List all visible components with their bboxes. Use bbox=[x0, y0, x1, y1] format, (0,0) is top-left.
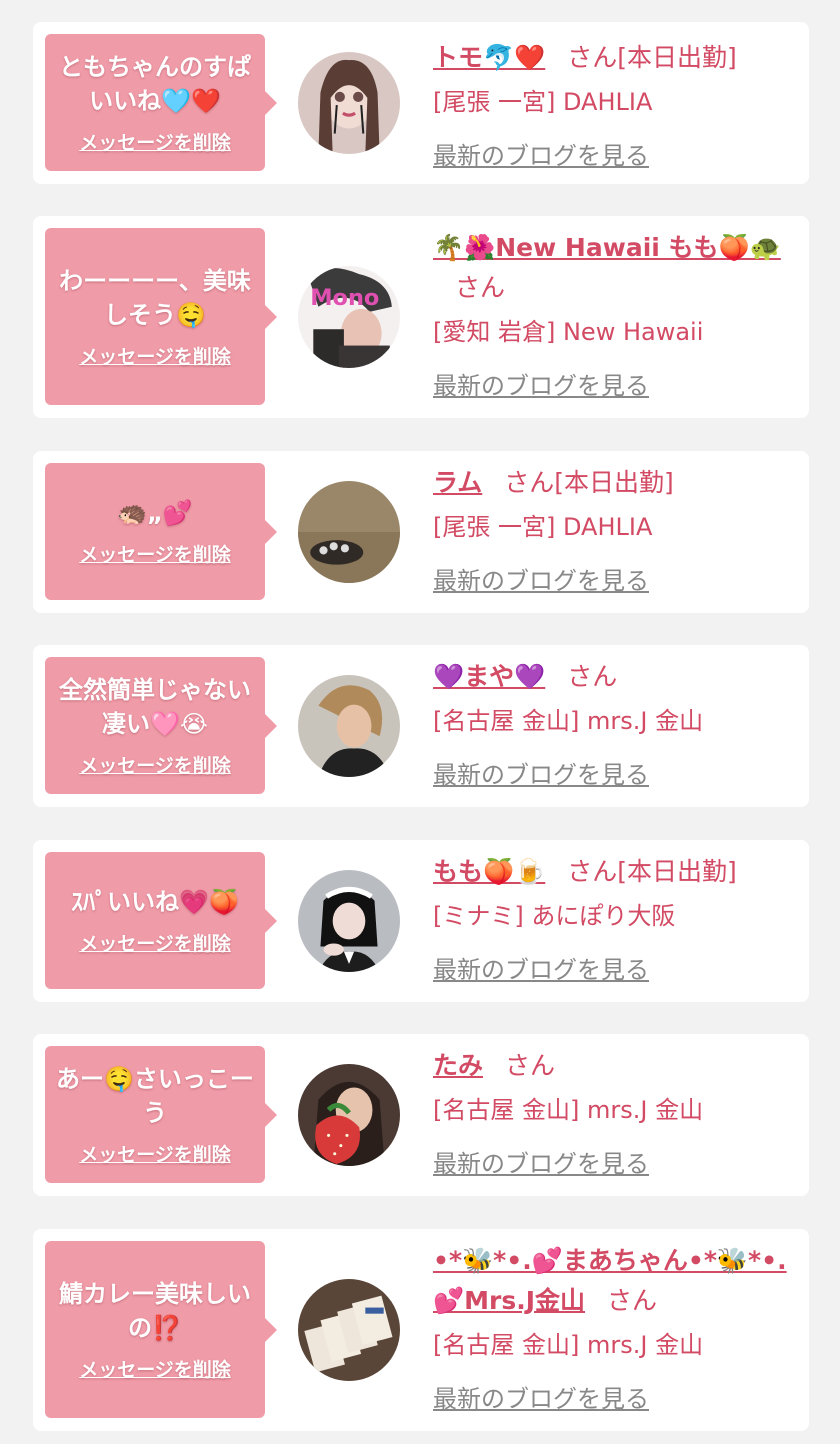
girl-info: もも🍑🍺 さん[本日出勤] [ミナミ] あにぽり大阪最新のブログを見る bbox=[433, 852, 793, 985]
honorific-status: さん bbox=[455, 273, 506, 302]
girl-name-link[interactable]: トモ🐬❤️ bbox=[433, 43, 545, 72]
message-text: 鯖カレー美味しいの⁉️ bbox=[59, 1280, 251, 1342]
girl-info: ラム さん[本日出勤] [尾張 一宮] DAHLIA 最新のブログを見る bbox=[433, 463, 793, 596]
name-line: たみ さん bbox=[433, 1046, 793, 1086]
delete-message-link[interactable]: メッセージを削除 bbox=[79, 1140, 231, 1167]
name-line: トモ🐬❤️ さん[本日出勤] bbox=[433, 38, 793, 78]
name-line: 💜まや💜 さん bbox=[433, 657, 793, 697]
message-bubble: 🦔„💕 メッセージを削除 bbox=[45, 463, 277, 600]
message-bubble: 全然簡単じゃない凄い🩷😭 メッセージを削除 bbox=[45, 657, 277, 794]
message-text: ともちゃんのすぱいいね🩵❤️ bbox=[59, 53, 251, 115]
girl-name-link[interactable]: たみ bbox=[433, 1051, 483, 1080]
delete-message-link[interactable]: メッセージを削除 bbox=[79, 751, 231, 778]
girl-info: トモ🐬❤️ さん[本日出勤] [尾張 一宮] DAHLIA 最新のブログを見る bbox=[433, 38, 793, 171]
latest-blog-link[interactable]: 最新のブログを見る bbox=[433, 755, 649, 790]
message-text: あー🤤さいっこーう bbox=[56, 1065, 254, 1127]
girl-info: たみ さん [名古屋 金山] mrs.J 金山最新のブログを見る bbox=[433, 1046, 793, 1179]
latest-blog-link[interactable]: 最新のブログを見る bbox=[433, 950, 649, 985]
message-list: ともちゃんのすぱいいね🩵❤️ メッセージを削除 トモ🐬❤️ さん[本日出勤] [尾張 一… bbox=[0, 0, 840, 1444]
hair-photo-avatar[interactable] bbox=[298, 481, 400, 583]
shop-info: [尾張 一宮] DAHLIA bbox=[433, 88, 653, 116]
message-text: わーーーー、美味しそう🤤 bbox=[59, 267, 251, 329]
message-card: 🦔„💕 メッセージを削除 ラム さん[本日出勤] [尾張 一宮] DAHLIA 最新のブロ… bbox=[33, 451, 809, 613]
latest-blog-link[interactable]: 最新のブログを見る bbox=[433, 561, 649, 596]
girl-name-link[interactable]: もも🍑🍺 bbox=[433, 857, 545, 886]
message-bubble: ｽﾊﾟいいね💗🍑 メッセージを削除 bbox=[45, 852, 277, 989]
honorific-status: さん bbox=[505, 1051, 556, 1080]
shop-info: [名古屋 金山] mrs.J 金山 bbox=[433, 1096, 704, 1124]
delete-message-link[interactable]: メッセージを削除 bbox=[79, 540, 231, 567]
honorific-status: さん bbox=[567, 662, 618, 691]
girl-name-link[interactable]: 🌴🌺New Hawaii もも🍑🐢 bbox=[433, 233, 781, 262]
latest-blog-link[interactable]: 最新のブログを見る bbox=[433, 1379, 649, 1414]
shop-info: [尾張 一宮] DAHLIA bbox=[433, 513, 653, 541]
delete-message-link[interactable]: メッセージを削除 bbox=[79, 128, 231, 155]
message-card: 全然簡単じゃない凄い🩷😭 メッセージを削除 💜まや💜 さん [名古屋 金山] mrs.J… bbox=[33, 645, 809, 807]
message-text: ｽﾊﾟいいね💗🍑 bbox=[71, 888, 239, 916]
message-card: わーーーー、美味しそう🤤 メッセージを削除 Mono 🌴🌺New Hawaii もも🍑… bbox=[33, 216, 809, 418]
message-bubble: ともちゃんのすぱいいね🩵❤️ メッセージを削除 bbox=[45, 34, 277, 171]
girl-info: 🌴🌺New Hawaii もも🍑🐢 さん [愛知 岩倉] New Hawaii 最新の… bbox=[433, 228, 793, 401]
delete-message-link[interactable]: メッセージを削除 bbox=[79, 342, 231, 369]
shop-info: [名古屋 金山] mrs.J 金山 bbox=[433, 707, 704, 735]
message-card: あー🤤さいっこーうメッセージを削除 たみ さん [名古屋 金山] mrs.J 金山最新… bbox=[33, 1034, 809, 1196]
girl-info: •*🐝*•.💕まあちゃん•*🐝*•.💕Mrs.J金山 さん [名古屋 金山] mrs… bbox=[433, 1241, 793, 1414]
doll-portrait-avatar[interactable] bbox=[298, 52, 400, 154]
name-line: ラム さん[本日出勤] bbox=[433, 463, 793, 503]
shop-info: [名古屋 金山] mrs.J 金山 bbox=[433, 1331, 704, 1359]
latest-blog-link[interactable]: 最新のブログを見る bbox=[433, 366, 649, 401]
message-text: 🦔„💕 bbox=[117, 499, 193, 527]
name-line: もも🍑🍺 さん[本日出勤] bbox=[433, 852, 793, 892]
message-bubble: 鯖カレー美味しいの⁉️ メッセージを削除 bbox=[45, 1241, 277, 1418]
honorific-status: さん bbox=[607, 1286, 658, 1315]
selfie-avatar[interactable]: Mono bbox=[298, 266, 400, 368]
delete-message-link[interactable]: メッセージを削除 bbox=[79, 1355, 231, 1382]
woman-photo-avatar[interactable] bbox=[298, 675, 400, 777]
delete-message-link[interactable]: メッセージを削除 bbox=[79, 929, 231, 956]
girl-info: 💜まや💜 さん [名古屋 金山] mrs.J 金山最新のブログを見る bbox=[433, 657, 793, 790]
message-card: ｽﾊﾟいいね💗🍑 メッセージを削除 もも🍑🍺 さん[本日出勤] [ミナミ] あにぽり大阪… bbox=[33, 840, 809, 1002]
girl-name-link[interactable]: 💜まや💜 bbox=[433, 662, 545, 691]
message-card: ともちゃんのすぱいいね🩵❤️ メッセージを削除 トモ🐬❤️ さん[本日出勤] [尾張 一… bbox=[33, 22, 809, 184]
cards-photo-avatar[interactable] bbox=[298, 1279, 400, 1381]
latest-blog-link[interactable]: 最新のブログを見る bbox=[433, 136, 649, 171]
honorific-status: さん[本日出勤] bbox=[567, 43, 737, 72]
latest-blog-link[interactable]: 最新のブログを見る bbox=[433, 1144, 649, 1179]
strawberry-photo-avatar[interactable] bbox=[298, 1064, 400, 1166]
maid-photo-avatar[interactable] bbox=[298, 870, 400, 972]
honorific-status: さん[本日出勤] bbox=[504, 468, 674, 497]
message-card: 鯖カレー美味しいの⁉️ メッセージを削除 •*🐝*•.💕まあちゃん•*🐝*•.💕Mr… bbox=[33, 1229, 809, 1431]
honorific-status: さん[本日出勤] bbox=[567, 857, 737, 886]
girl-name-link[interactable]: ラム bbox=[433, 468, 482, 497]
shop-info: [愛知 岩倉] New Hawaii bbox=[433, 318, 704, 346]
message-text: 全然簡単じゃない凄い🩷😭 bbox=[59, 676, 251, 738]
message-bubble: わーーーー、美味しそう🤤 メッセージを削除 bbox=[45, 228, 277, 405]
name-line: 🌴🌺New Hawaii もも🍑🐢 さん bbox=[433, 228, 793, 308]
message-bubble: あー🤤さいっこーうメッセージを削除 bbox=[45, 1046, 277, 1183]
shop-info: [ミナミ] あにぽり大阪 bbox=[433, 902, 676, 930]
svg-text:Mono: Mono bbox=[310, 285, 379, 311]
name-line: •*🐝*•.💕まあちゃん•*🐝*•.💕Mrs.J金山 さん bbox=[433, 1241, 793, 1321]
